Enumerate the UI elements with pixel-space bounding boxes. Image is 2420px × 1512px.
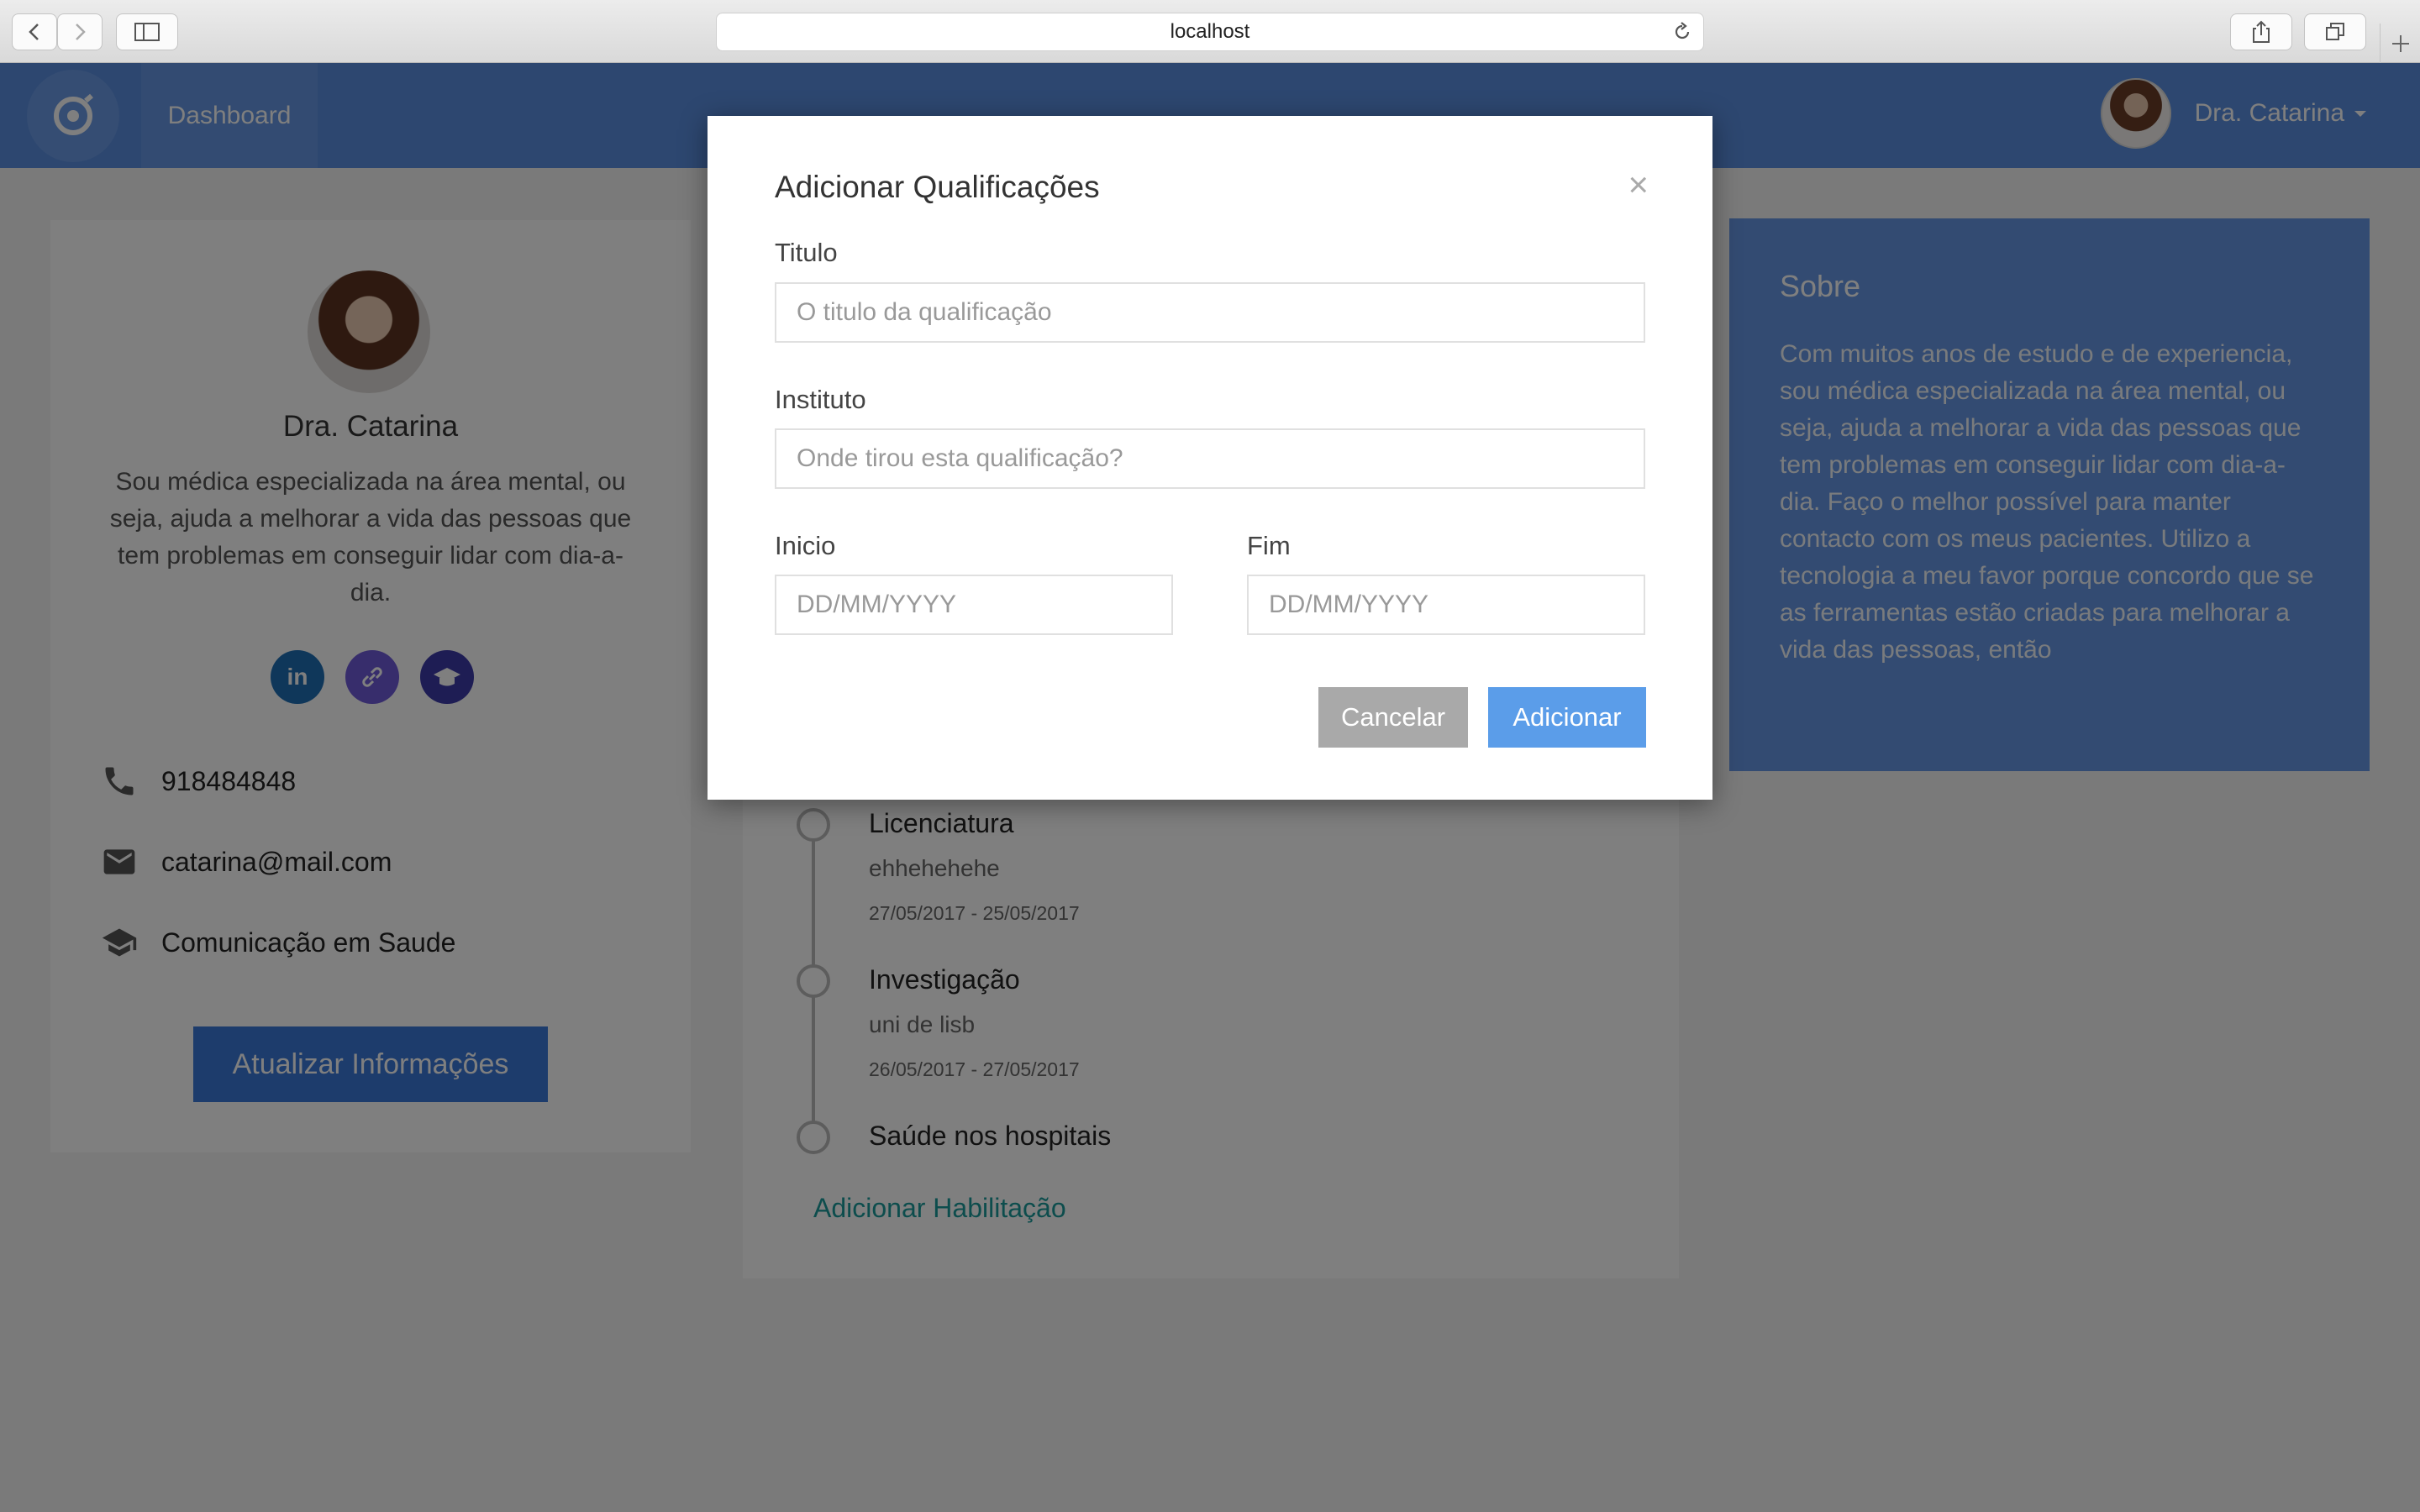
sidebar-toggle-button[interactable] bbox=[116, 13, 178, 50]
modal-title: Adicionar Qualificações bbox=[775, 170, 1100, 204]
new-tab-button[interactable] bbox=[2380, 24, 2420, 63]
tabs-icon bbox=[2326, 23, 2344, 40]
instituto-label: Instituto bbox=[775, 385, 866, 414]
inicio-date-input[interactable]: DD/MM/YYYY bbox=[775, 575, 1173, 635]
sidebar-icon bbox=[134, 23, 160, 41]
instituto-input[interactable]: Onde tirou esta qualificação? bbox=[775, 428, 1645, 489]
close-icon[interactable]: × bbox=[1628, 165, 1649, 205]
new-tab-icon bbox=[2391, 34, 2409, 52]
url-bar[interactable]: localhost bbox=[716, 13, 1704, 51]
forward-button[interactable] bbox=[57, 13, 103, 50]
share-button[interactable] bbox=[2230, 13, 2292, 50]
add-qualification-modal: Adicionar Qualificações × Titulo O titul… bbox=[708, 116, 1712, 800]
cancel-button[interactable]: Cancelar bbox=[1318, 687, 1468, 748]
back-button[interactable] bbox=[12, 13, 57, 50]
fim-label: Fim bbox=[1247, 531, 1291, 560]
reload-icon[interactable] bbox=[1671, 21, 1693, 43]
inicio-label: Inicio bbox=[775, 531, 836, 560]
forward-icon bbox=[76, 24, 86, 40]
browser-toolbar: localhost bbox=[0, 0, 2420, 63]
tabs-button[interactable] bbox=[2304, 13, 2366, 50]
share-icon bbox=[2253, 20, 2270, 43]
url-text: localhost bbox=[1170, 20, 1250, 43]
fim-date-input[interactable]: DD/MM/YYYY bbox=[1247, 575, 1645, 635]
titulo-label: Titulo bbox=[775, 238, 838, 267]
add-button[interactable]: Adicionar bbox=[1488, 687, 1646, 748]
titulo-input[interactable]: O titulo da qualificação bbox=[775, 282, 1645, 343]
back-icon bbox=[29, 24, 39, 40]
